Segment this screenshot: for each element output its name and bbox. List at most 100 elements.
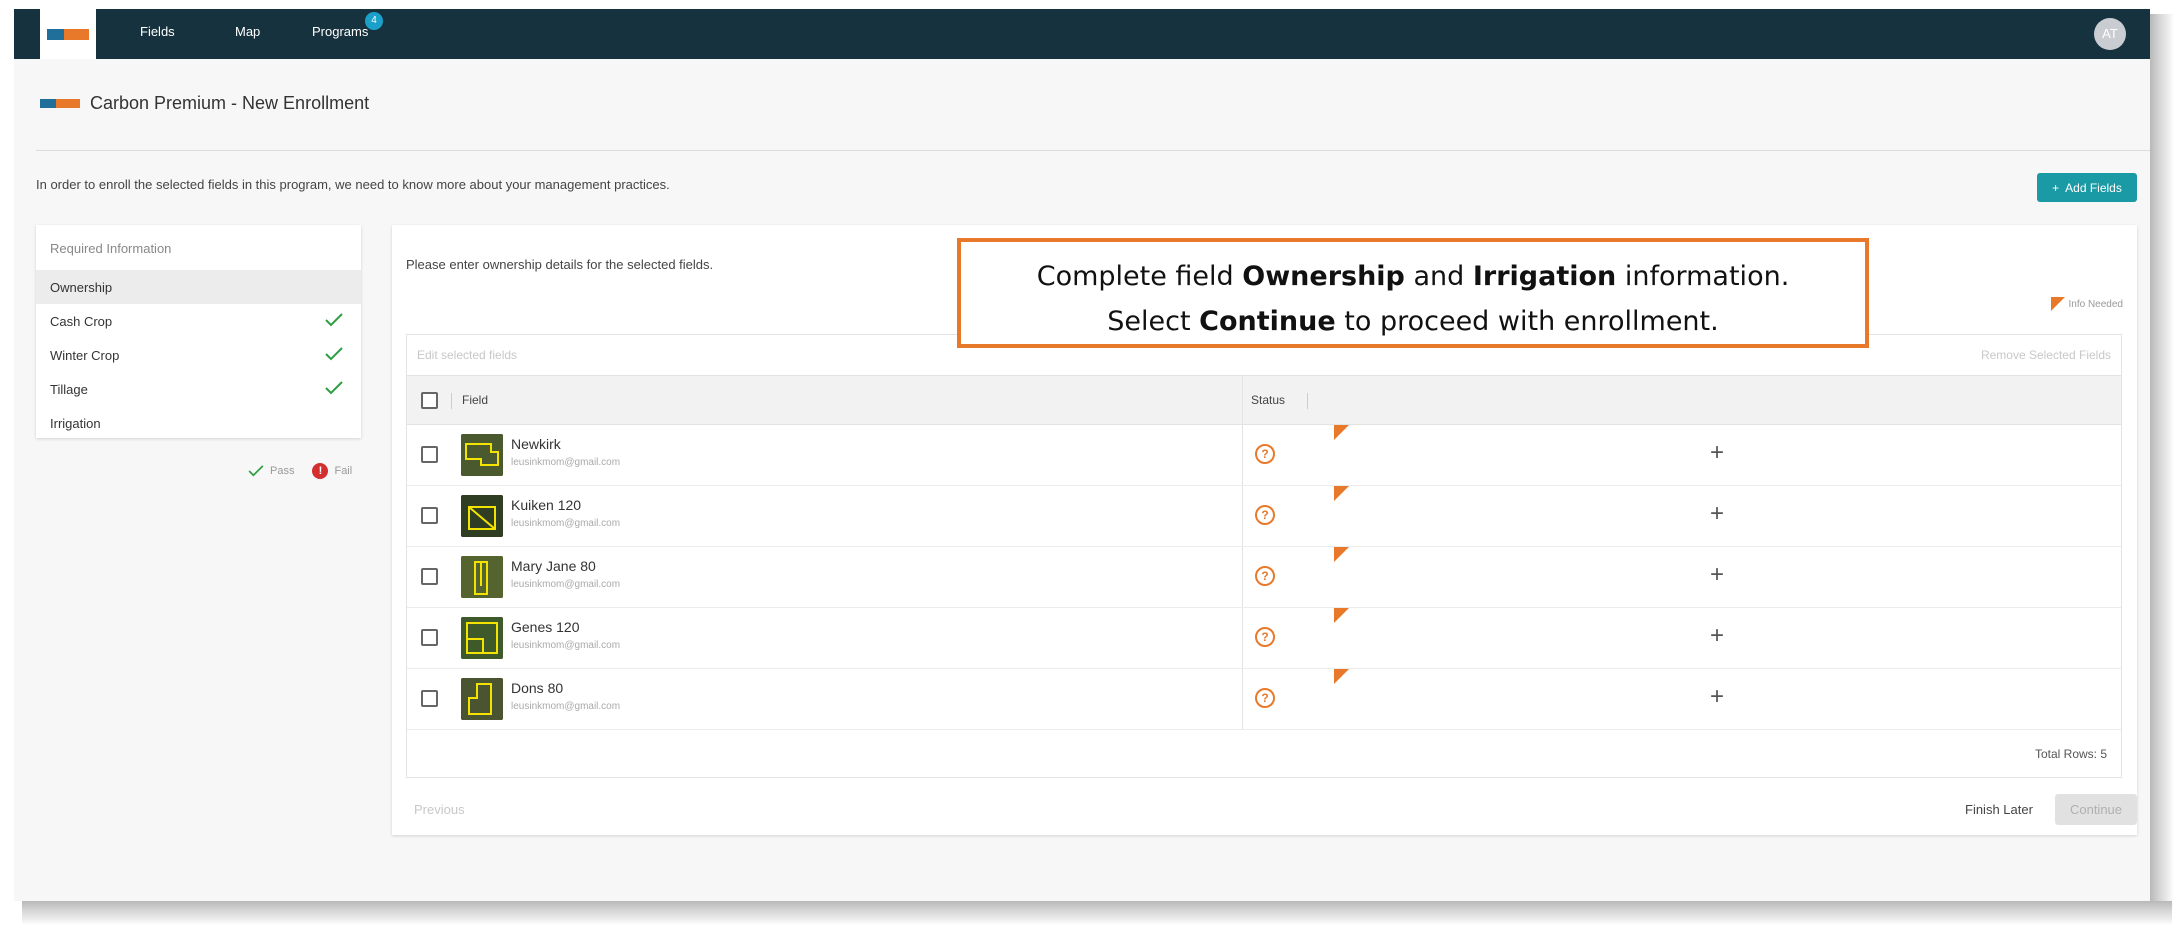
legend-fail-label: Fail — [334, 465, 353, 477]
continue-button[interactable]: Continue — [2055, 794, 2137, 825]
required-item-label: Ownership — [50, 280, 113, 295]
callout-line-1: Complete field Ownership and Irrigation … — [961, 254, 1865, 299]
nav-programs[interactable]: Programs — [312, 24, 368, 39]
add-ownership-icon[interactable]: + — [1710, 561, 1724, 589]
required-item-winter-crop[interactable]: Winter Crop — [36, 338, 361, 372]
callout-emphasis: Irrigation — [1472, 261, 1617, 292]
row-checkbox[interactable] — [421, 446, 438, 463]
required-item-tillage[interactable]: Tillage — [36, 372, 361, 406]
field-owner-email: leusinkmom@gmail.com — [511, 640, 621, 651]
field-name: Mary Jane 80 — [511, 558, 596, 574]
required-item-label: Tillage — [50, 382, 88, 397]
info-needed-flag-icon — [1334, 669, 1349, 684]
info-needed-flag-icon — [1334, 486, 1349, 501]
top-nav: Fields Map Programs 4 AT — [14, 9, 2150, 59]
check-icon — [325, 313, 343, 327]
info-needed-label: Info Needed — [2068, 298, 2124, 310]
callout-text: information. — [1616, 261, 1790, 292]
field-thumbnail — [461, 617, 503, 659]
previous-button[interactable]: Previous — [414, 802, 465, 817]
pass-check-icon — [248, 465, 264, 477]
callout-text: to proceed with enrollment. — [1335, 306, 1719, 337]
info-needed-legend: Info Needed — [2050, 297, 2124, 311]
required-item-cash-crop[interactable]: Cash Crop — [36, 304, 361, 338]
field-name: Genes 120 — [511, 619, 580, 635]
check-icon — [325, 347, 343, 361]
legend-pass-label: Pass — [270, 465, 295, 477]
program-logo — [40, 99, 80, 108]
callout-text: Select — [1107, 306, 1200, 337]
field-owner-email: leusinkmom@gmail.com — [511, 518, 621, 529]
field-thumbnail — [461, 434, 503, 476]
programs-count-badge: 4 — [365, 12, 383, 30]
user-avatar[interactable]: AT — [2094, 18, 2126, 50]
enrollment-intro-text: In order to enroll the selected fields i… — [36, 177, 670, 192]
required-item-ownership[interactable]: Ownership — [36, 270, 361, 304]
add-ownership-icon[interactable]: + — [1710, 500, 1724, 528]
add-ownership-icon[interactable]: + — [1710, 439, 1724, 467]
fields-table: Edit selected fields Remove Selected Fie… — [406, 334, 2122, 778]
table-header: Field Status — [407, 375, 2121, 425]
info-needed-flag-icon — [2050, 297, 2065, 311]
question-icon[interactable]: ? — [1255, 444, 1275, 464]
add-ownership-icon[interactable]: + — [1710, 683, 1724, 711]
field-name: Dons 80 — [511, 680, 564, 696]
required-item-label: Irrigation — [50, 416, 101, 431]
window-shadow — [2150, 14, 2174, 910]
column-header-status[interactable]: Status — [1251, 393, 1285, 407]
row-checkbox[interactable] — [421, 690, 438, 707]
table-row[interactable]: Newkirk leusinkmom@gmail.com ? + — [407, 425, 2121, 486]
column-separator — [1307, 393, 1308, 409]
column-separator — [451, 393, 452, 409]
field-name: Newkirk — [511, 436, 561, 452]
required-item-label: Winter Crop — [50, 348, 120, 363]
edit-selected-fields-button[interactable]: Edit selected fields — [417, 348, 517, 362]
row-checkbox[interactable] — [421, 568, 438, 585]
callout-text: and — [1404, 261, 1473, 292]
table-row[interactable]: Kuiken 120 leusinkmom@gmail.com ? + — [407, 486, 2121, 547]
table-row[interactable]: Dons 80 leusinkmom@gmail.com ? + — [407, 669, 2121, 730]
add-ownership-icon[interactable]: + — [1710, 622, 1724, 650]
brand-logo-mark — [47, 28, 89, 40]
nav-map[interactable]: Map — [235, 24, 260, 39]
add-fields-button[interactable]: + Add Fields — [2037, 173, 2137, 202]
table-row[interactable]: Mary Jane 80 leusinkmom@gmail.com ? + — [407, 547, 2121, 608]
info-needed-flag-icon — [1334, 425, 1349, 440]
question-icon[interactable]: ? — [1255, 627, 1275, 647]
callout-emphasis: Continue — [1199, 306, 1336, 337]
brand-logo[interactable] — [40, 9, 96, 59]
field-name: Kuiken 120 — [511, 497, 582, 513]
field-thumbnail — [461, 495, 503, 537]
callout-emphasis: Ownership — [1242, 261, 1405, 292]
question-icon[interactable]: ? — [1255, 505, 1275, 525]
callout-text: Complete field — [1036, 261, 1243, 292]
question-icon[interactable]: ? — [1255, 566, 1275, 586]
column-header-field[interactable]: Field — [462, 393, 488, 407]
required-item-irrigation[interactable]: Irrigation — [36, 406, 361, 440]
field-thumbnail — [461, 678, 503, 720]
required-info-heading: Required Information — [50, 241, 172, 256]
remove-selected-fields-button[interactable]: Remove Selected Fields — [1981, 348, 2111, 362]
nav-fields[interactable]: Fields — [140, 24, 175, 39]
info-needed-flag-icon — [1334, 547, 1349, 562]
pass-fail-legend: Pass ! Fail — [248, 463, 352, 479]
plus-icon: + — [2052, 180, 2060, 195]
window-shadow — [22, 901, 2172, 925]
fail-alert-icon: ! — [312, 463, 329, 479]
question-icon[interactable]: ? — [1255, 688, 1275, 708]
required-info-panel: Required Information Ownership Cash Crop… — [36, 225, 361, 438]
field-owner-email: leusinkmom@gmail.com — [511, 701, 621, 712]
ownership-intro-text: Please enter ownership details for the s… — [406, 257, 714, 272]
page-title: Carbon Premium - New Enrollment — [90, 93, 370, 113]
row-checkbox[interactable] — [421, 629, 438, 646]
select-all-checkbox[interactable] — [421, 392, 438, 409]
add-fields-label: Add Fields — [2065, 180, 2122, 195]
table-row[interactable]: Genes 120 leusinkmom@gmail.com ? + — [407, 608, 2121, 669]
info-needed-flag-icon — [1334, 608, 1349, 623]
app-window: Fields Map Programs 4 AT Carbon Premium … — [14, 9, 2150, 901]
instruction-callout: Complete field Ownership and Irrigation … — [957, 238, 1869, 348]
check-icon — [325, 381, 343, 395]
finish-later-button[interactable]: Finish Later — [1965, 802, 2033, 817]
total-rows-count: Total Rows: 5 — [2034, 747, 2107, 761]
row-checkbox[interactable] — [421, 507, 438, 524]
